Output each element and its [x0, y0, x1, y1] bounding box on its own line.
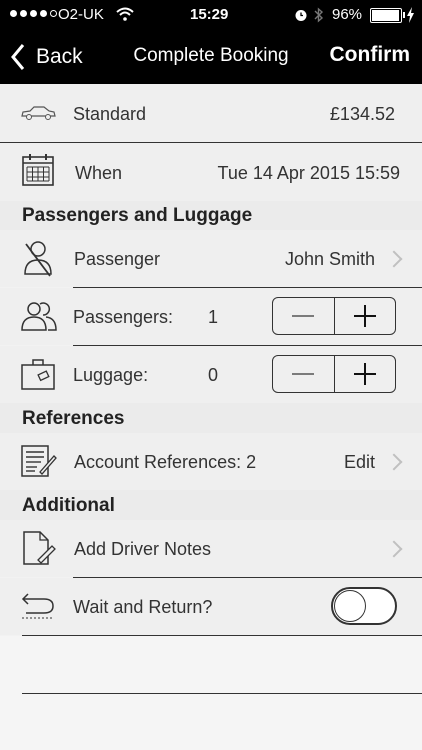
luggage-stepper: [272, 355, 396, 393]
wait-return-row: Wait and Return?: [0, 578, 422, 635]
section-title: Passengers and Luggage: [22, 205, 253, 226]
section-title: References: [22, 408, 125, 429]
battery-percent: 96%: [332, 6, 363, 23]
wifi-icon: [116, 7, 134, 21]
confirm-button[interactable]: Confirm: [330, 43, 411, 67]
passengers-label: Passengers:: [73, 307, 174, 327]
luggage-value: 0: [208, 365, 219, 385]
minus-icon: [292, 315, 315, 317]
document-icon: [21, 445, 57, 477]
driver-notes-label: Add Driver Notes: [74, 539, 212, 559]
when-value: Tue 14 Apr 2015 15:59: [217, 163, 400, 183]
decrement-button[interactable]: [273, 356, 334, 392]
passengers-stepper: [272, 297, 396, 335]
navigation-bar: Back Complete Booking Confirm: [0, 30, 422, 84]
chevron-right-icon: [385, 540, 403, 558]
signal-strength-icon: [10, 10, 57, 17]
driver-notes-row[interactable]: Add Driver Notes: [0, 520, 422, 577]
luggage-count-row: Luggage: 0: [0, 346, 422, 403]
plus-icon: [353, 363, 376, 385]
passenger-name: John Smith: [284, 249, 375, 269]
plus-icon: [353, 305, 376, 327]
decrement-button[interactable]: [273, 298, 334, 334]
luggage-label: Luggage:: [73, 365, 149, 385]
edit-link[interactable]: Edit: [344, 452, 375, 473]
passenger-row[interactable]: Passenger John Smith: [0, 230, 422, 287]
increment-button[interactable]: [333, 298, 396, 334]
divider: [22, 693, 422, 694]
return-arrow-icon: [21, 593, 54, 619]
vehicle-price: £134.52: [329, 104, 395, 124]
wait-return-label: Wait and Return?: [73, 597, 213, 617]
battery-icon: [370, 8, 405, 23]
section-title: Additional: [22, 495, 115, 516]
bluetooth-icon: [314, 7, 324, 23]
when-row[interactable]: When Tue 14 Apr 2015 15:59: [0, 143, 422, 201]
minus-icon: [292, 373, 315, 375]
section-header-references: References: [0, 403, 422, 433]
person-icon: [24, 241, 52, 277]
wait-return-toggle[interactable]: [331, 587, 397, 625]
passenger-label: Passenger: [74, 249, 161, 269]
vehicle-row[interactable]: Standard £134.52: [0, 84, 422, 142]
vehicle-type: Standard: [73, 104, 147, 124]
status-bar: O2-UK 15:29 96%: [0, 0, 422, 30]
note-edit-icon: [23, 531, 56, 565]
account-references-row[interactable]: Account References: 2 Edit: [0, 433, 422, 490]
calendar-icon: [22, 154, 54, 186]
alarm-icon: [295, 10, 307, 21]
charging-bolt-icon: [407, 7, 414, 23]
section-header-passengers: Passengers and Luggage: [0, 201, 422, 230]
toggle-knob: [334, 590, 366, 622]
chevron-right-icon: [385, 250, 403, 268]
chevron-right-icon: [385, 453, 403, 471]
carrier-name: O2-UK: [58, 6, 104, 23]
suitcase-icon: [21, 359, 55, 390]
section-header-additional: Additional: [0, 490, 422, 520]
car-icon: [21, 106, 56, 120]
account-references-label: Account References: 2: [74, 452, 257, 472]
clock: 15:29: [190, 6, 229, 23]
passengers-count-row: Passengers: 1: [0, 288, 422, 345]
increment-button[interactable]: [333, 356, 396, 392]
people-icon: [21, 302, 57, 331]
passengers-value: 1: [208, 307, 219, 327]
when-label: When: [75, 163, 123, 183]
